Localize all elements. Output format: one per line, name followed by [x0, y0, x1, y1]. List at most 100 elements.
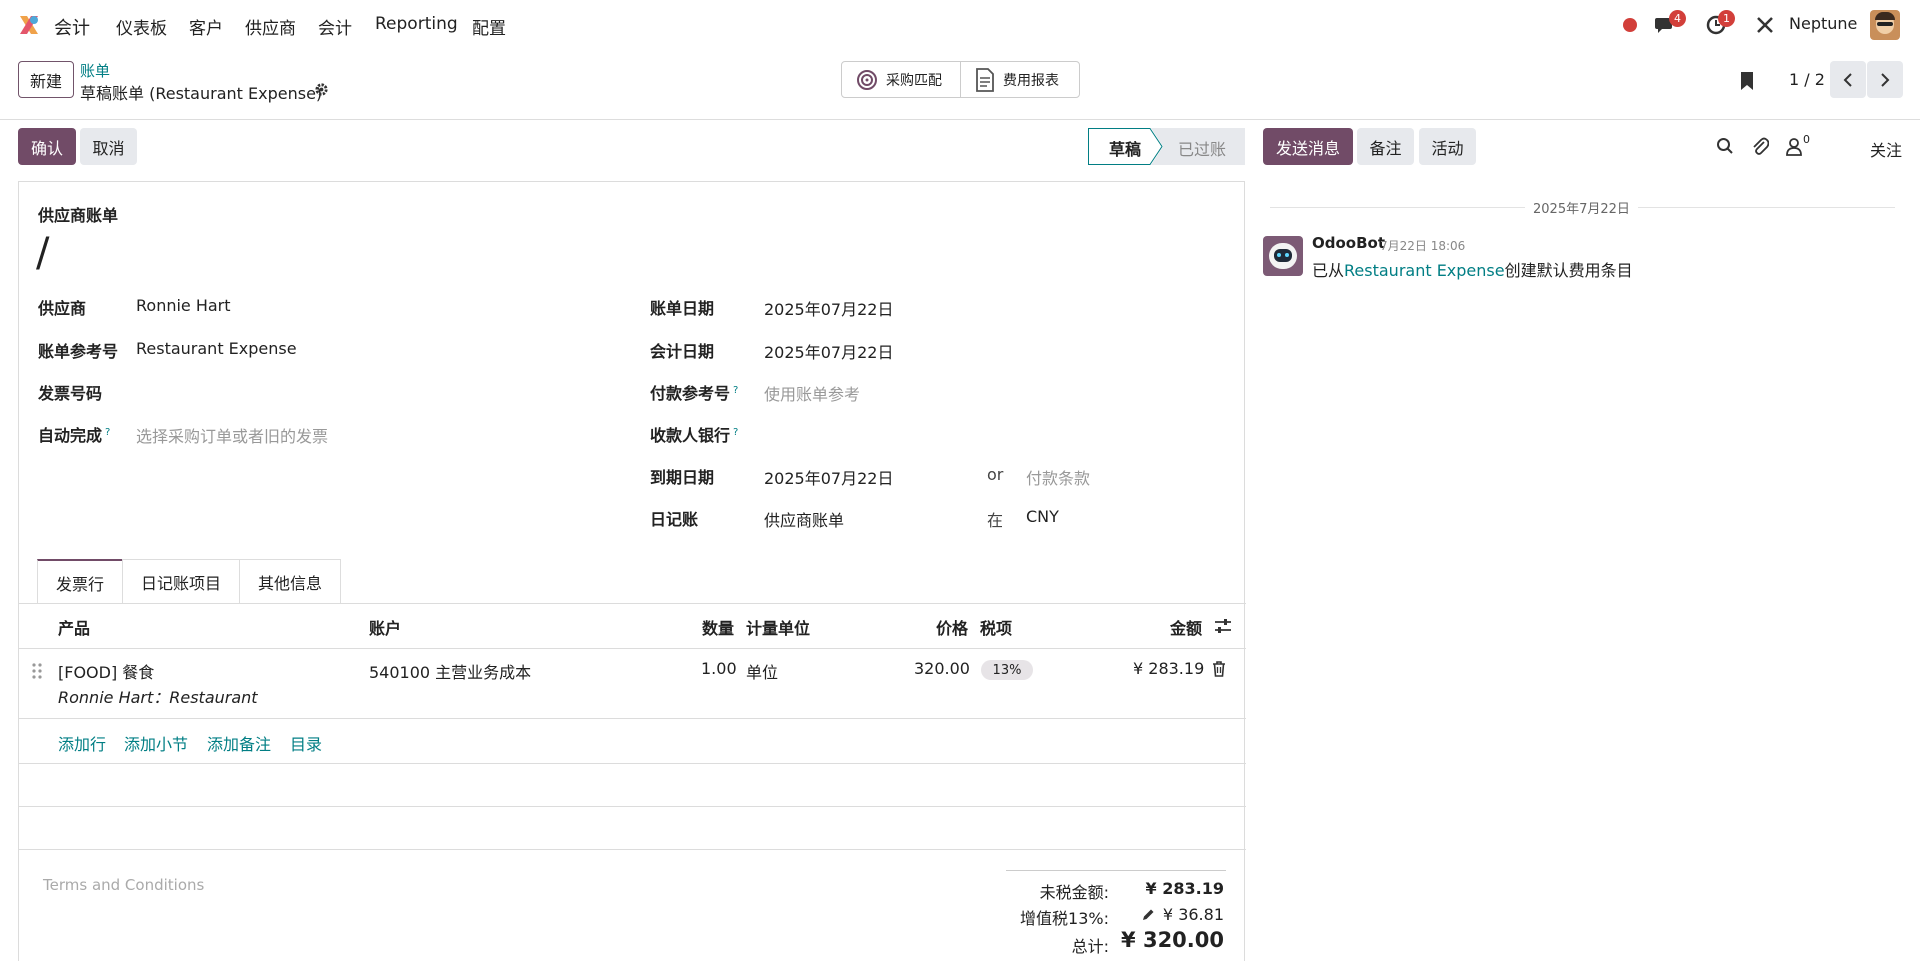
menu-vendors[interactable]: 供应商	[245, 14, 296, 39]
row-account[interactable]: 540100 主营业务成本	[369, 659, 531, 683]
column-price[interactable]: 价格	[936, 615, 968, 639]
expense-report-button[interactable]: 费用报表	[960, 62, 1079, 97]
log-note-button[interactable]: 备注	[1357, 128, 1414, 165]
cancel-button[interactable]: 取消	[80, 128, 137, 165]
user-avatar[interactable]	[1870, 10, 1900, 40]
pager-next-button[interactable]	[1867, 61, 1903, 98]
divider	[19, 763, 1246, 764]
row-product[interactable]: [FOOD] 餐食	[58, 659, 154, 683]
untaxed-label: 未税金额:	[1039, 883, 1109, 902]
breadcrumb-parent[interactable]: 账单	[80, 60, 110, 81]
currency-field[interactable]: CNY	[1026, 507, 1059, 526]
column-amount[interactable]: 金额	[1170, 615, 1202, 639]
accounting-date-field[interactable]: 2025年07月22日	[764, 339, 893, 363]
add-line-link[interactable]: 添加行	[58, 731, 106, 755]
column-uom[interactable]: 计量单位	[746, 615, 810, 639]
tab-other-info[interactable]: 其他信息	[239, 559, 342, 604]
accounting-app-icon[interactable]	[17, 13, 41, 37]
journal-label: 日记账	[650, 510, 699, 529]
column-product[interactable]: 产品	[58, 615, 90, 639]
payment-reference-help-icon[interactable]: ?	[733, 385, 738, 396]
column-quantity[interactable]: 数量	[702, 615, 734, 639]
search-icon[interactable]	[1716, 137, 1734, 155]
tab-invoice-lines[interactable]: 发票行	[37, 559, 124, 604]
status-posted[interactable]: 已过账	[1178, 136, 1226, 160]
notebook-tabs: 发票行 日记账项目 其他信息	[37, 559, 342, 604]
terms-and-conditions-field[interactable]: Terms and Conditions	[43, 876, 204, 894]
date-separator: 2025年7月22日	[1525, 198, 1638, 217]
divider	[19, 718, 1246, 719]
bill-date-field[interactable]: 2025年07月22日	[764, 296, 893, 320]
add-note-link[interactable]: 添加备注	[207, 731, 271, 755]
followers-user-icon[interactable]	[1786, 138, 1802, 156]
recipient-bank-field[interactable]	[764, 423, 1224, 445]
auto-complete-help-icon[interactable]: ?	[105, 427, 110, 438]
user-name[interactable]: Neptune	[1789, 14, 1857, 33]
tab-journal-items[interactable]: 日记账项目	[122, 559, 241, 604]
followers-count: 0	[1803, 133, 1810, 146]
payment-reference-field[interactable]: 使用账单参考	[764, 381, 860, 405]
payment-terms-field[interactable]: 付款条款	[1026, 465, 1090, 489]
trash-icon[interactable]	[1212, 661, 1226, 677]
row-price[interactable]: 320.00	[914, 659, 970, 678]
menu-customers[interactable]: 客户	[189, 14, 223, 39]
confirm-button[interactable]: 确认	[18, 128, 76, 165]
menu-configuration[interactable]: 配置	[472, 14, 506, 39]
pencil-icon[interactable]	[1141, 908, 1155, 922]
breadcrumb-current: 草稿账单 (Restaurant Expense)	[80, 84, 323, 103]
pager-value[interactable]: 1 / 2	[1789, 70, 1825, 89]
vendor-field[interactable]: Ronnie Hart	[136, 296, 231, 315]
new-button[interactable]: 新建	[18, 61, 74, 98]
bill-reference-label: 账单参考号	[38, 342, 119, 361]
document-type: 供应商账单	[38, 206, 119, 225]
row-uom[interactable]: 单位	[746, 659, 778, 683]
column-account[interactable]: 账户	[369, 615, 401, 639]
bill-date-label: 账单日期	[650, 299, 715, 318]
journal-field[interactable]: 供应商账单	[764, 507, 844, 531]
app-name[interactable]: 会计	[54, 14, 90, 40]
auto-complete-field[interactable]: 选择采购订单或者旧的发票	[136, 423, 328, 447]
total-amount: ¥ 320.00	[1121, 928, 1224, 952]
auto-complete-label: 自动完成?	[38, 426, 111, 445]
debug-tools-icon[interactable]	[1755, 15, 1775, 35]
status-dot-icon[interactable]	[1623, 18, 1637, 32]
add-section-link[interactable]: 添加小节	[124, 731, 188, 755]
menu-dashboard[interactable]: 仪表板	[116, 14, 167, 39]
send-message-button[interactable]: 发送消息	[1263, 128, 1353, 165]
column-tax[interactable]: 税项	[980, 615, 1012, 639]
gear-icon[interactable]	[314, 82, 329, 97]
row-amount: ¥ 283.19	[1133, 659, 1205, 678]
follow-button[interactable]: 关注	[1870, 137, 1902, 161]
bookmark-icon[interactable]	[1740, 71, 1754, 91]
recipient-bank-label: 收款人银行?	[650, 426, 739, 445]
status-draft[interactable]: 草稿	[1109, 136, 1141, 160]
table-row[interactable]: [FOOD] 餐食 Ronnie Hart：Restaurant 540100 …	[19, 649, 1246, 718]
optional-columns-icon[interactable]	[1214, 618, 1232, 634]
accounting-date-label: 会计日期	[650, 342, 715, 361]
row-quantity[interactable]: 1.00	[701, 659, 737, 678]
message-body: 已从Restaurant Expense创建默认费用条目	[1312, 257, 1633, 281]
odoobot-avatar[interactable]	[1263, 236, 1303, 276]
catalog-link[interactable]: 目录	[290, 731, 322, 755]
recipient-bank-help-icon[interactable]: ?	[733, 427, 738, 438]
message-record-link[interactable]: Restaurant Expense	[1344, 261, 1505, 280]
invoice-number-field[interactable]	[136, 381, 616, 403]
purchase-matching-button[interactable]: 采购匹配	[842, 62, 960, 97]
tax-tag-badge[interactable]: 13%	[981, 660, 1033, 680]
document-number[interactable]: /	[36, 230, 49, 276]
activity-button[interactable]: 活动	[1419, 128, 1476, 165]
vendor-label: 供应商	[38, 299, 87, 318]
paperclip-icon[interactable]	[1751, 136, 1769, 156]
pager-previous-button[interactable]	[1830, 61, 1866, 98]
bill-reference-field[interactable]: Restaurant Expense	[136, 339, 297, 358]
menu-reporting[interactable]: Reporting	[375, 14, 458, 34]
message-author[interactable]: OdooBot	[1312, 234, 1385, 252]
payment-reference-label: 付款参考号?	[650, 384, 739, 403]
smart-buttons: 采购匹配 费用报表	[841, 61, 1080, 98]
drag-handle-icon[interactable]	[32, 663, 42, 679]
row-description[interactable]: Ronnie Hart：Restaurant	[58, 684, 258, 708]
menu-accounting[interactable]: 会计	[318, 14, 352, 39]
due-date-field[interactable]: 2025年07月22日	[764, 465, 893, 489]
messages-count-badge: 4	[1669, 10, 1686, 27]
divider	[19, 603, 1246, 604]
